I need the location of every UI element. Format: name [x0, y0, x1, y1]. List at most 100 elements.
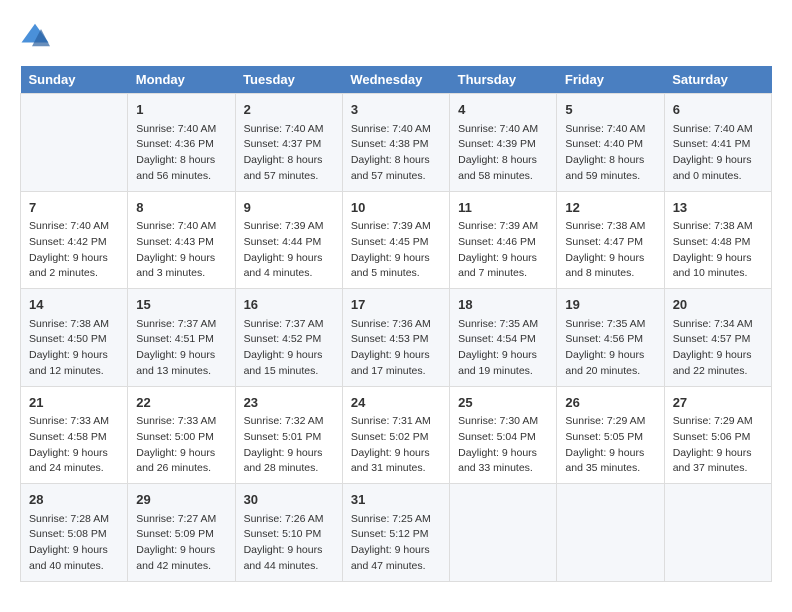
day-cell: 6Sunrise: 7:40 AMSunset: 4:41 PMDaylight…: [664, 94, 771, 192]
header-cell-saturday: Saturday: [664, 66, 771, 94]
day-number: 7: [29, 198, 119, 218]
day-number: 25: [458, 393, 548, 413]
day-info: Sunrise: 7:39 AMSunset: 4:46 PMDaylight:…: [458, 219, 548, 282]
day-info: Sunrise: 7:38 AMSunset: 4:47 PMDaylight:…: [565, 219, 655, 282]
day-cell: 23Sunrise: 7:32 AMSunset: 5:01 PMDayligh…: [235, 386, 342, 484]
day-cell: 21Sunrise: 7:33 AMSunset: 4:58 PMDayligh…: [21, 386, 128, 484]
day-number: 16: [244, 295, 334, 315]
day-number: 15: [136, 295, 226, 315]
day-info: Sunrise: 7:34 AMSunset: 4:57 PMDaylight:…: [673, 317, 763, 380]
day-info: Sunrise: 7:39 AMSunset: 4:44 PMDaylight:…: [244, 219, 334, 282]
day-info: Sunrise: 7:37 AMSunset: 4:52 PMDaylight:…: [244, 317, 334, 380]
day-number: 13: [673, 198, 763, 218]
day-info: Sunrise: 7:28 AMSunset: 5:08 PMDaylight:…: [29, 512, 119, 575]
day-number: 8: [136, 198, 226, 218]
logo: [20, 20, 54, 50]
day-cell: [664, 484, 771, 582]
day-cell: 19Sunrise: 7:35 AMSunset: 4:56 PMDayligh…: [557, 289, 664, 387]
day-number: 21: [29, 393, 119, 413]
day-number: 17: [351, 295, 441, 315]
day-cell: 16Sunrise: 7:37 AMSunset: 4:52 PMDayligh…: [235, 289, 342, 387]
day-info: Sunrise: 7:29 AMSunset: 5:06 PMDaylight:…: [673, 414, 763, 477]
week-row-2: 14Sunrise: 7:38 AMSunset: 4:50 PMDayligh…: [21, 289, 772, 387]
day-number: 4: [458, 100, 548, 120]
day-cell: 26Sunrise: 7:29 AMSunset: 5:05 PMDayligh…: [557, 386, 664, 484]
header-cell-thursday: Thursday: [450, 66, 557, 94]
day-info: Sunrise: 7:33 AMSunset: 5:00 PMDaylight:…: [136, 414, 226, 477]
day-number: 31: [351, 490, 441, 510]
day-info: Sunrise: 7:27 AMSunset: 5:09 PMDaylight:…: [136, 512, 226, 575]
week-row-4: 28Sunrise: 7:28 AMSunset: 5:08 PMDayligh…: [21, 484, 772, 582]
day-cell: 10Sunrise: 7:39 AMSunset: 4:45 PMDayligh…: [342, 191, 449, 289]
day-cell: 1Sunrise: 7:40 AMSunset: 4:36 PMDaylight…: [128, 94, 235, 192]
day-cell: 2Sunrise: 7:40 AMSunset: 4:37 PMDaylight…: [235, 94, 342, 192]
day-number: 28: [29, 490, 119, 510]
day-info: Sunrise: 7:26 AMSunset: 5:10 PMDaylight:…: [244, 512, 334, 575]
day-cell: 28Sunrise: 7:28 AMSunset: 5:08 PMDayligh…: [21, 484, 128, 582]
header-cell-monday: Monday: [128, 66, 235, 94]
day-cell: 12Sunrise: 7:38 AMSunset: 4:47 PMDayligh…: [557, 191, 664, 289]
day-info: Sunrise: 7:33 AMSunset: 4:58 PMDaylight:…: [29, 414, 119, 477]
header-cell-sunday: Sunday: [21, 66, 128, 94]
page-header: [20, 20, 772, 50]
day-info: Sunrise: 7:40 AMSunset: 4:43 PMDaylight:…: [136, 219, 226, 282]
header-row: SundayMondayTuesdayWednesdayThursdayFrid…: [21, 66, 772, 94]
day-number: 18: [458, 295, 548, 315]
day-info: Sunrise: 7:38 AMSunset: 4:48 PMDaylight:…: [673, 219, 763, 282]
calendar-body: 1Sunrise: 7:40 AMSunset: 4:36 PMDaylight…: [21, 94, 772, 582]
day-info: Sunrise: 7:32 AMSunset: 5:01 PMDaylight:…: [244, 414, 334, 477]
day-cell: 3Sunrise: 7:40 AMSunset: 4:38 PMDaylight…: [342, 94, 449, 192]
day-cell: 24Sunrise: 7:31 AMSunset: 5:02 PMDayligh…: [342, 386, 449, 484]
day-number: 3: [351, 100, 441, 120]
logo-icon: [20, 20, 50, 50]
header-cell-friday: Friday: [557, 66, 664, 94]
day-cell: 5Sunrise: 7:40 AMSunset: 4:40 PMDaylight…: [557, 94, 664, 192]
day-cell: 13Sunrise: 7:38 AMSunset: 4:48 PMDayligh…: [664, 191, 771, 289]
day-cell: 11Sunrise: 7:39 AMSunset: 4:46 PMDayligh…: [450, 191, 557, 289]
day-number: 27: [673, 393, 763, 413]
day-info: Sunrise: 7:40 AMSunset: 4:41 PMDaylight:…: [673, 122, 763, 185]
day-info: Sunrise: 7:35 AMSunset: 4:56 PMDaylight:…: [565, 317, 655, 380]
day-number: 5: [565, 100, 655, 120]
day-cell: 22Sunrise: 7:33 AMSunset: 5:00 PMDayligh…: [128, 386, 235, 484]
day-cell: 9Sunrise: 7:39 AMSunset: 4:44 PMDaylight…: [235, 191, 342, 289]
day-cell: 17Sunrise: 7:36 AMSunset: 4:53 PMDayligh…: [342, 289, 449, 387]
day-cell: 20Sunrise: 7:34 AMSunset: 4:57 PMDayligh…: [664, 289, 771, 387]
day-number: 9: [244, 198, 334, 218]
day-number: 26: [565, 393, 655, 413]
calendar-header: SundayMondayTuesdayWednesdayThursdayFrid…: [21, 66, 772, 94]
day-cell: 25Sunrise: 7:30 AMSunset: 5:04 PMDayligh…: [450, 386, 557, 484]
calendar-table: SundayMondayTuesdayWednesdayThursdayFrid…: [20, 66, 772, 582]
day-info: Sunrise: 7:29 AMSunset: 5:05 PMDaylight:…: [565, 414, 655, 477]
day-info: Sunrise: 7:40 AMSunset: 4:40 PMDaylight:…: [565, 122, 655, 185]
day-info: Sunrise: 7:31 AMSunset: 5:02 PMDaylight:…: [351, 414, 441, 477]
day-number: 20: [673, 295, 763, 315]
day-cell: 31Sunrise: 7:25 AMSunset: 5:12 PMDayligh…: [342, 484, 449, 582]
day-cell: [557, 484, 664, 582]
day-number: 14: [29, 295, 119, 315]
day-info: Sunrise: 7:40 AMSunset: 4:36 PMDaylight:…: [136, 122, 226, 185]
week-row-1: 7Sunrise: 7:40 AMSunset: 4:42 PMDaylight…: [21, 191, 772, 289]
day-info: Sunrise: 7:40 AMSunset: 4:39 PMDaylight:…: [458, 122, 548, 185]
day-number: 30: [244, 490, 334, 510]
day-info: Sunrise: 7:30 AMSunset: 5:04 PMDaylight:…: [458, 414, 548, 477]
week-row-0: 1Sunrise: 7:40 AMSunset: 4:36 PMDaylight…: [21, 94, 772, 192]
day-info: Sunrise: 7:35 AMSunset: 4:54 PMDaylight:…: [458, 317, 548, 380]
day-cell: 4Sunrise: 7:40 AMSunset: 4:39 PMDaylight…: [450, 94, 557, 192]
day-cell: [450, 484, 557, 582]
day-info: Sunrise: 7:39 AMSunset: 4:45 PMDaylight:…: [351, 219, 441, 282]
week-row-3: 21Sunrise: 7:33 AMSunset: 4:58 PMDayligh…: [21, 386, 772, 484]
day-cell: [21, 94, 128, 192]
day-info: Sunrise: 7:40 AMSunset: 4:42 PMDaylight:…: [29, 219, 119, 282]
day-number: 24: [351, 393, 441, 413]
day-number: 29: [136, 490, 226, 510]
day-info: Sunrise: 7:38 AMSunset: 4:50 PMDaylight:…: [29, 317, 119, 380]
day-cell: 7Sunrise: 7:40 AMSunset: 4:42 PMDaylight…: [21, 191, 128, 289]
day-cell: 15Sunrise: 7:37 AMSunset: 4:51 PMDayligh…: [128, 289, 235, 387]
day-number: 6: [673, 100, 763, 120]
day-cell: 27Sunrise: 7:29 AMSunset: 5:06 PMDayligh…: [664, 386, 771, 484]
day-cell: 29Sunrise: 7:27 AMSunset: 5:09 PMDayligh…: [128, 484, 235, 582]
day-cell: 8Sunrise: 7:40 AMSunset: 4:43 PMDaylight…: [128, 191, 235, 289]
header-cell-wednesday: Wednesday: [342, 66, 449, 94]
day-number: 23: [244, 393, 334, 413]
